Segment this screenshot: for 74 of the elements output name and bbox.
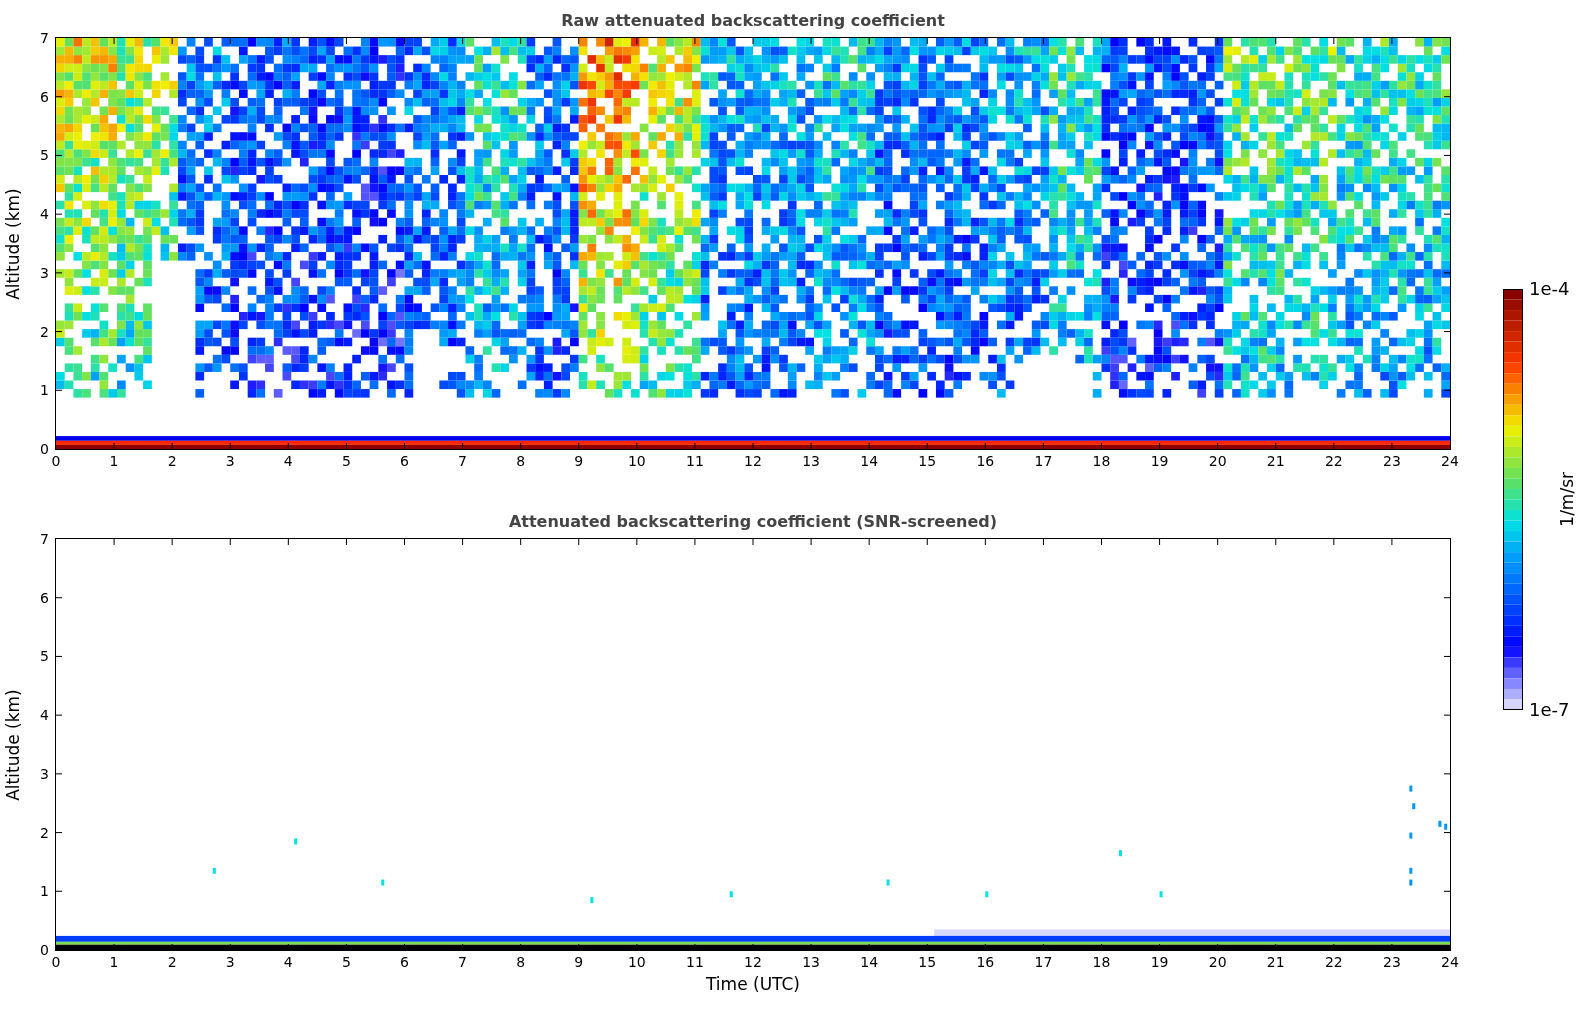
tick-label: 4 xyxy=(40,707,49,723)
tick-label: 21 xyxy=(1266,454,1285,469)
tick-label: 10 xyxy=(627,955,646,970)
tick-label: 14 xyxy=(860,454,879,469)
tick-label: 4 xyxy=(283,955,293,970)
tick-label: 13 xyxy=(802,454,820,469)
tick-label: 2 xyxy=(40,324,49,340)
tick-label: 12 xyxy=(744,955,762,970)
tick-label: 21 xyxy=(1266,955,1285,970)
tick-label: 9 xyxy=(574,955,584,970)
tick-label: 20 xyxy=(1208,955,1227,970)
tick-label: 6 xyxy=(400,454,409,469)
tick-label: 0 xyxy=(40,942,49,958)
tick-label: 1 xyxy=(40,382,49,398)
tick-label: 4 xyxy=(283,454,293,469)
tick-label: 4 xyxy=(40,206,49,222)
tick-label: 22 xyxy=(1324,955,1343,970)
tick-label: 5 xyxy=(40,648,49,664)
tick-label: 6 xyxy=(40,89,49,105)
tick-label: 2 xyxy=(167,454,177,469)
tick-label: 23 xyxy=(1383,955,1401,970)
tick-label: 22 xyxy=(1324,454,1343,469)
axis-label: Altitude (km) xyxy=(3,688,23,801)
tick-label: 1e-4 xyxy=(1529,279,1570,299)
chart-title: Raw attenuated backscattering coefficient xyxy=(560,10,946,32)
axis-label: Altitude (km) xyxy=(3,187,23,300)
tick-label: 7 xyxy=(40,531,49,547)
tick-label: 24 xyxy=(1441,454,1459,469)
tick-label: 3 xyxy=(225,955,235,970)
tick-label: 13 xyxy=(802,955,820,970)
tick-label: 8 xyxy=(516,454,526,469)
tick-label: 2 xyxy=(167,955,177,970)
tick-label: 15 xyxy=(918,454,937,469)
chart-title: Attenuated backscattering coefficient (SNR-screened) xyxy=(507,511,999,533)
tick-label: 16 xyxy=(976,955,995,970)
tick-label: 20 xyxy=(1208,454,1227,469)
tick-label: 5 xyxy=(40,147,49,163)
tick-label: 1 xyxy=(40,883,49,899)
tick-label: 11 xyxy=(686,454,704,469)
tick-label: 15 xyxy=(918,955,937,970)
tick-label: 1e-7 xyxy=(1529,700,1570,720)
tick-label: 2 xyxy=(40,825,49,841)
tick-label: 6 xyxy=(400,955,409,970)
tick-label: 19 xyxy=(1150,454,1169,469)
tick-label: 14 xyxy=(860,955,879,970)
tick-label: 18 xyxy=(1092,454,1111,469)
tick-label: 17 xyxy=(1034,454,1053,469)
tick-label: 1 xyxy=(109,454,119,469)
tick-label: 1 xyxy=(109,955,119,970)
tick-label: 17 xyxy=(1034,955,1053,970)
tick-label: 7 xyxy=(458,454,468,469)
tick-label: 0 xyxy=(51,955,61,970)
tick-label: 9 xyxy=(574,454,584,469)
tick-label: 5 xyxy=(341,454,351,469)
axis-label: 1/m/sr xyxy=(1557,472,1577,527)
tick-label: 19 xyxy=(1150,955,1169,970)
tick-label: 0 xyxy=(51,454,61,469)
axis-label: Time (UTC) xyxy=(705,974,801,994)
tick-label: 12 xyxy=(744,454,762,469)
tick-label: 8 xyxy=(516,955,526,970)
tick-label: 3 xyxy=(40,265,49,281)
tick-label: 23 xyxy=(1383,454,1401,469)
tick-label: 7 xyxy=(458,955,468,970)
tick-label: 16 xyxy=(976,454,995,469)
tick-label: 18 xyxy=(1092,955,1111,970)
tick-label: 11 xyxy=(686,955,704,970)
tick-label: 24 xyxy=(1441,955,1459,970)
tick-label: 5 xyxy=(341,955,351,970)
tick-label: 0 xyxy=(40,441,49,457)
tick-label: 10 xyxy=(627,454,646,469)
tick-label: 7 xyxy=(40,30,49,46)
tick-label: 3 xyxy=(40,766,49,782)
tick-label: 3 xyxy=(225,454,235,469)
tick-label: 6 xyxy=(40,590,49,606)
